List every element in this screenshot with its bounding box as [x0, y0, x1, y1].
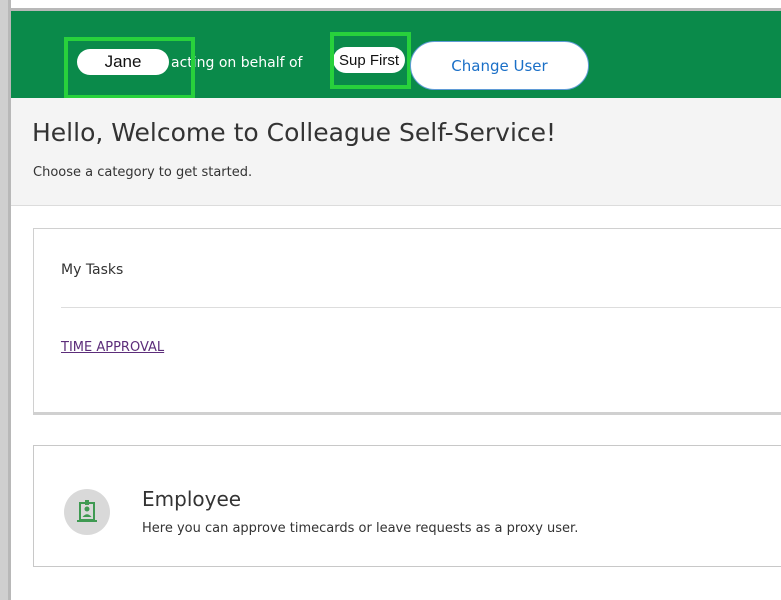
user-name-highlight — [64, 37, 195, 99]
category-title: Employee — [142, 487, 242, 511]
proxy-header: Jane acting on behalf of Sup First Chang… — [11, 11, 781, 99]
category-description: Here you can approve timecards or leave … — [142, 521, 579, 536]
employee-badge-icon — [64, 489, 110, 535]
my-tasks-title: My Tasks — [61, 262, 124, 278]
page-title: Hello, Welcome to Colleague Self-Service… — [32, 118, 557, 147]
welcome-banner: Hello, Welcome to Colleague Self-Service… — [11, 98, 781, 206]
proxy-name-highlight — [330, 32, 411, 89]
category-card-employee[interactable]: Employee Here you can approve timecards … — [33, 445, 781, 567]
page-subtitle: Choose a category to get started. — [33, 165, 253, 180]
divider — [61, 307, 781, 308]
my-tasks-card: My Tasks TIME APPROVAL — [33, 228, 781, 415]
change-user-button[interactable]: Change User — [410, 41, 589, 90]
time-approval-link[interactable]: TIME APPROVAL — [61, 340, 164, 355]
